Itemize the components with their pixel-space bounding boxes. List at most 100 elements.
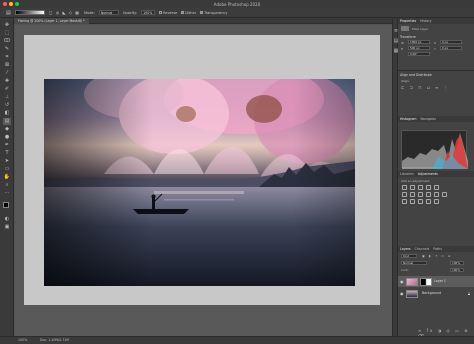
brush-tool-icon[interactable]: ✐ <box>3 86 11 93</box>
status-bar: 100% Doc: 1.40M/4.71M <box>0 336 474 344</box>
document-tab[interactable]: Fishing @ 200% (Layer 1, Layer Mask/8) * <box>14 18 89 24</box>
x-field[interactable]: 0 px <box>440 40 462 44</box>
tab-paths[interactable]: Paths <box>433 246 442 252</box>
dodge-tool-icon[interactable]: ● <box>3 134 11 141</box>
divider <box>398 70 474 71</box>
visibility-eye-icon[interactable]: ◉ <box>400 279 404 284</box>
layer-filter-select[interactable]: Kind <box>401 254 417 258</box>
h-label: H <box>401 47 404 51</box>
mode-select[interactable]: Normal <box>98 10 119 15</box>
gradient-picker[interactable] <box>14 10 45 15</box>
marquee-tool-icon[interactable]: ⬚ <box>3 30 11 37</box>
blur-tool-icon[interactable]: ◆ <box>3 126 11 133</box>
adjustment-icons-row-1 <box>402 185 439 190</box>
gradient-map-icon[interactable] <box>434 199 439 204</box>
visibility-eye-icon[interactable]: ◉ <box>400 291 404 296</box>
tab-navigator[interactable]: Navigator <box>421 116 437 122</box>
selective-color-icon[interactable] <box>426 199 431 204</box>
stamp-tool-icon[interactable]: ⊥ <box>3 94 11 101</box>
layer-row-background[interactable]: ◉ Background 🔒︎ <box>398 288 474 299</box>
rectangle-tool-icon[interactable]: ▭ <box>3 166 11 173</box>
levels-icon[interactable] <box>410 185 415 190</box>
tab-adjustments[interactable]: Adjustments <box>418 171 438 177</box>
tab-histogram[interactable]: Histogram <box>400 116 417 122</box>
eyedropper-tool-icon[interactable]: ⁄ <box>3 70 11 77</box>
path-select-tool-icon[interactable]: ➤ <box>3 158 11 165</box>
layer-mask-thumbnail[interactable] <box>420 277 432 286</box>
lasso-tool-icon[interactable]: ↀ <box>3 38 11 45</box>
blend-mode-select[interactable]: Normal <box>401 261 427 265</box>
more-tools-icon[interactable]: ⋯ <box>3 190 11 197</box>
width-field[interactable]: 1000 px <box>408 40 430 44</box>
transparency-label: Transparency <box>204 10 228 15</box>
foreground-color-swatch[interactable] <box>3 202 9 208</box>
lake-flower-composite-image <box>44 79 355 286</box>
curves-icon[interactable] <box>418 185 423 190</box>
color-lookup-icon[interactable] <box>442 192 447 197</box>
histogram-graph <box>401 130 468 169</box>
canvas-image[interactable] <box>44 79 355 286</box>
height-field[interactable]: 500 px <box>408 46 430 50</box>
layer-row-layer-1[interactable]: ◉ Layer 1 <box>398 276 474 287</box>
frame-tool-icon[interactable]: ⊠ <box>3 62 11 69</box>
pen-tool-icon[interactable]: ✒ <box>3 142 11 149</box>
crop-tool-icon[interactable]: ⌗ <box>3 54 11 61</box>
channel-mixer-icon[interactable] <box>434 192 439 197</box>
adjustment-icons-row-3 <box>402 199 439 204</box>
dither-checkbox[interactable]: Dither <box>181 11 196 15</box>
eraser-tool-icon[interactable]: ◧ <box>3 110 11 117</box>
posterize-icon[interactable] <box>410 199 415 204</box>
adjustment-icons-row-2 <box>402 192 447 197</box>
invert-icon[interactable] <box>402 199 407 204</box>
tab-properties[interactable]: Properties <box>400 18 416 24</box>
fill-field[interactable]: 100% <box>450 268 464 272</box>
reverse-checkbox[interactable]: Reverse <box>159 11 177 15</box>
gradient-tool-icon[interactable]: ▤ <box>3 118 11 125</box>
doc-size: Doc: 1.40M/4.71M <box>40 338 70 342</box>
threshold-icon[interactable] <box>418 199 423 204</box>
tab-channels[interactable]: Channels <box>415 246 430 252</box>
healing-tool-icon[interactable]: ✚ <box>3 78 11 85</box>
exposure-icon[interactable] <box>426 185 431 190</box>
history-brush-tool-icon[interactable]: ↺ <box>3 102 11 109</box>
transparency-checkbox[interactable]: Transparency <box>200 11 227 15</box>
zoom-tool-icon[interactable]: ⌕ <box>3 182 11 189</box>
move-tool-icon[interactable]: ✥ <box>3 22 11 29</box>
gradient-tool-icon[interactable]: ▤ <box>6 10 11 16</box>
angle-field[interactable]: 0.00° <box>408 52 430 56</box>
hand-tool-icon[interactable]: ✋ <box>3 174 11 181</box>
layers-tabs: Layers Channels Paths <box>398 246 474 252</box>
color-balance-icon[interactable] <box>410 192 415 197</box>
dither-label: Dither <box>185 10 197 15</box>
layer-name: Layer 1 <box>434 279 446 283</box>
document-tab-bar: Fishing @ 200% (Layer 1, Layer Mask/8) * <box>14 18 392 24</box>
title-bar: Adobe Photoshop 2020 <box>0 0 474 8</box>
options-bar: ▤ ▢ ◎ ◣ ◇ ▦ Mode: Normal Opacity: 100% R… <box>0 8 474 18</box>
screen-mode-icon[interactable]: ▣ <box>3 224 11 231</box>
y-field[interactable]: 0 px <box>440 46 462 50</box>
align-buttons[interactable]: ⊏ ⊐ ⊓ ⊔ ≡ ⋮ <box>401 85 450 90</box>
brightness-icon[interactable] <box>402 185 407 190</box>
tab-libraries[interactable]: Libraries <box>400 171 414 177</box>
pixel-layer-icon <box>401 26 409 31</box>
hue-saturation-icon[interactable] <box>402 192 407 197</box>
type-tool-icon[interactable]: T <box>3 150 11 157</box>
align-heading: Align and Distribute <box>400 73 432 77</box>
adjustments-tabs: Libraries Adjustments <box>398 171 474 177</box>
tab-history[interactable]: History <box>420 18 431 24</box>
layer-opacity-field[interactable]: 100% <box>450 261 464 265</box>
properties-tabs: Properties History <box>398 18 474 24</box>
layer-filter-icons[interactable]: ▣ ◐ T ▭ ⊡ <box>422 254 452 258</box>
opacity-field[interactable]: 100% <box>141 10 156 15</box>
layer-thumbnail <box>406 289 418 298</box>
black-white-icon[interactable] <box>418 192 423 197</box>
quick-mask-icon[interactable]: ◐ <box>3 216 11 223</box>
gradient-style-icons[interactable]: ▢ ◎ ◣ ◇ ▦ <box>49 10 80 15</box>
vibrance-icon[interactable] <box>434 185 439 190</box>
photo-filter-icon[interactable] <box>426 192 431 197</box>
align-label: Align: <box>401 79 410 83</box>
quick-select-tool-icon[interactable]: ✎ <box>3 46 11 53</box>
lock-icon: 🔒︎ <box>467 291 470 296</box>
zoom-level[interactable]: 100% <box>18 337 27 344</box>
tab-layers[interactable]: Layers <box>400 246 411 252</box>
